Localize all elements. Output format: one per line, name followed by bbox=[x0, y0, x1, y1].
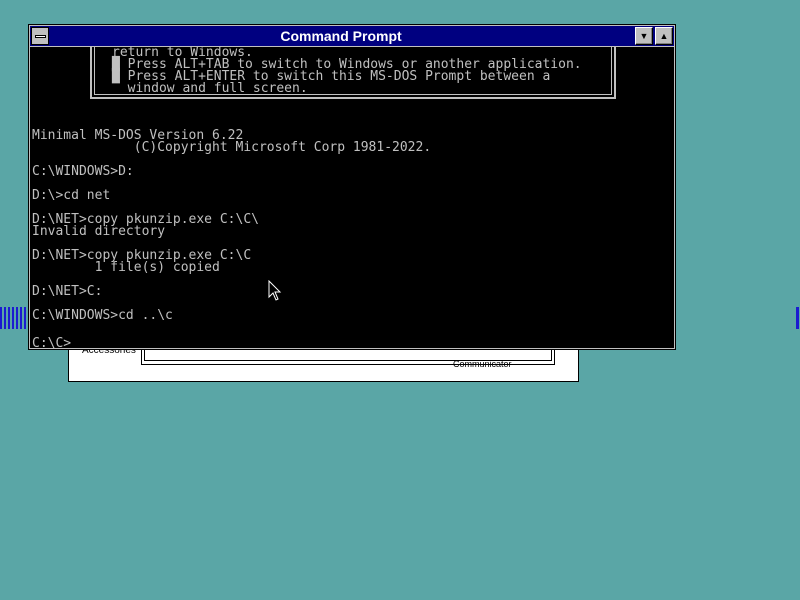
display-glitch-left bbox=[0, 307, 30, 329]
mouse-pointer-icon bbox=[268, 280, 282, 301]
info-text: return to Windows. █ Press ALT+TAB to sw… bbox=[112, 47, 582, 95]
title-bar[interactable]: Command Prompt ▼ ▲ bbox=[30, 26, 674, 46]
communicator-label[interactable]: Communicator bbox=[453, 359, 512, 369]
console-line: 1 file(s) copied bbox=[32, 260, 220, 275]
console-line bbox=[32, 322, 431, 334]
prompt-text: C:\C> bbox=[32, 336, 72, 348]
console-line: Invalid directory bbox=[32, 224, 166, 239]
info-line: window and full screen. bbox=[112, 81, 308, 96]
prompt-line[interactable]: C:\C> bbox=[32, 334, 431, 348]
console-line: D:\NET>C: bbox=[32, 284, 103, 299]
system-menu-icon bbox=[35, 35, 46, 38]
console-line: D:\>cd net bbox=[32, 188, 111, 203]
console-line: C:\WINDOWS>cd ..\c bbox=[32, 308, 173, 323]
window-title: Command Prompt bbox=[280, 28, 402, 44]
display-glitch-right bbox=[796, 307, 799, 329]
system-menu-button[interactable] bbox=[31, 27, 49, 45]
console-output: Minimal MS-DOS Version 6.22 (C)Copyright… bbox=[32, 129, 432, 348]
console-line: (C)Copyright Microsoft Corp 1981-2022. bbox=[32, 140, 432, 155]
maximize-button[interactable]: ▲ bbox=[655, 27, 673, 45]
console-area[interactable]: return to Windows. █ Press ALT+TAB to sw… bbox=[30, 47, 674, 348]
command-prompt-window[interactable]: Command Prompt ▼ ▲ return to Windows. █ … bbox=[28, 24, 676, 350]
console-line: C:\WINDOWS>D: bbox=[32, 164, 134, 179]
minimize-button[interactable]: ▼ bbox=[635, 27, 653, 45]
